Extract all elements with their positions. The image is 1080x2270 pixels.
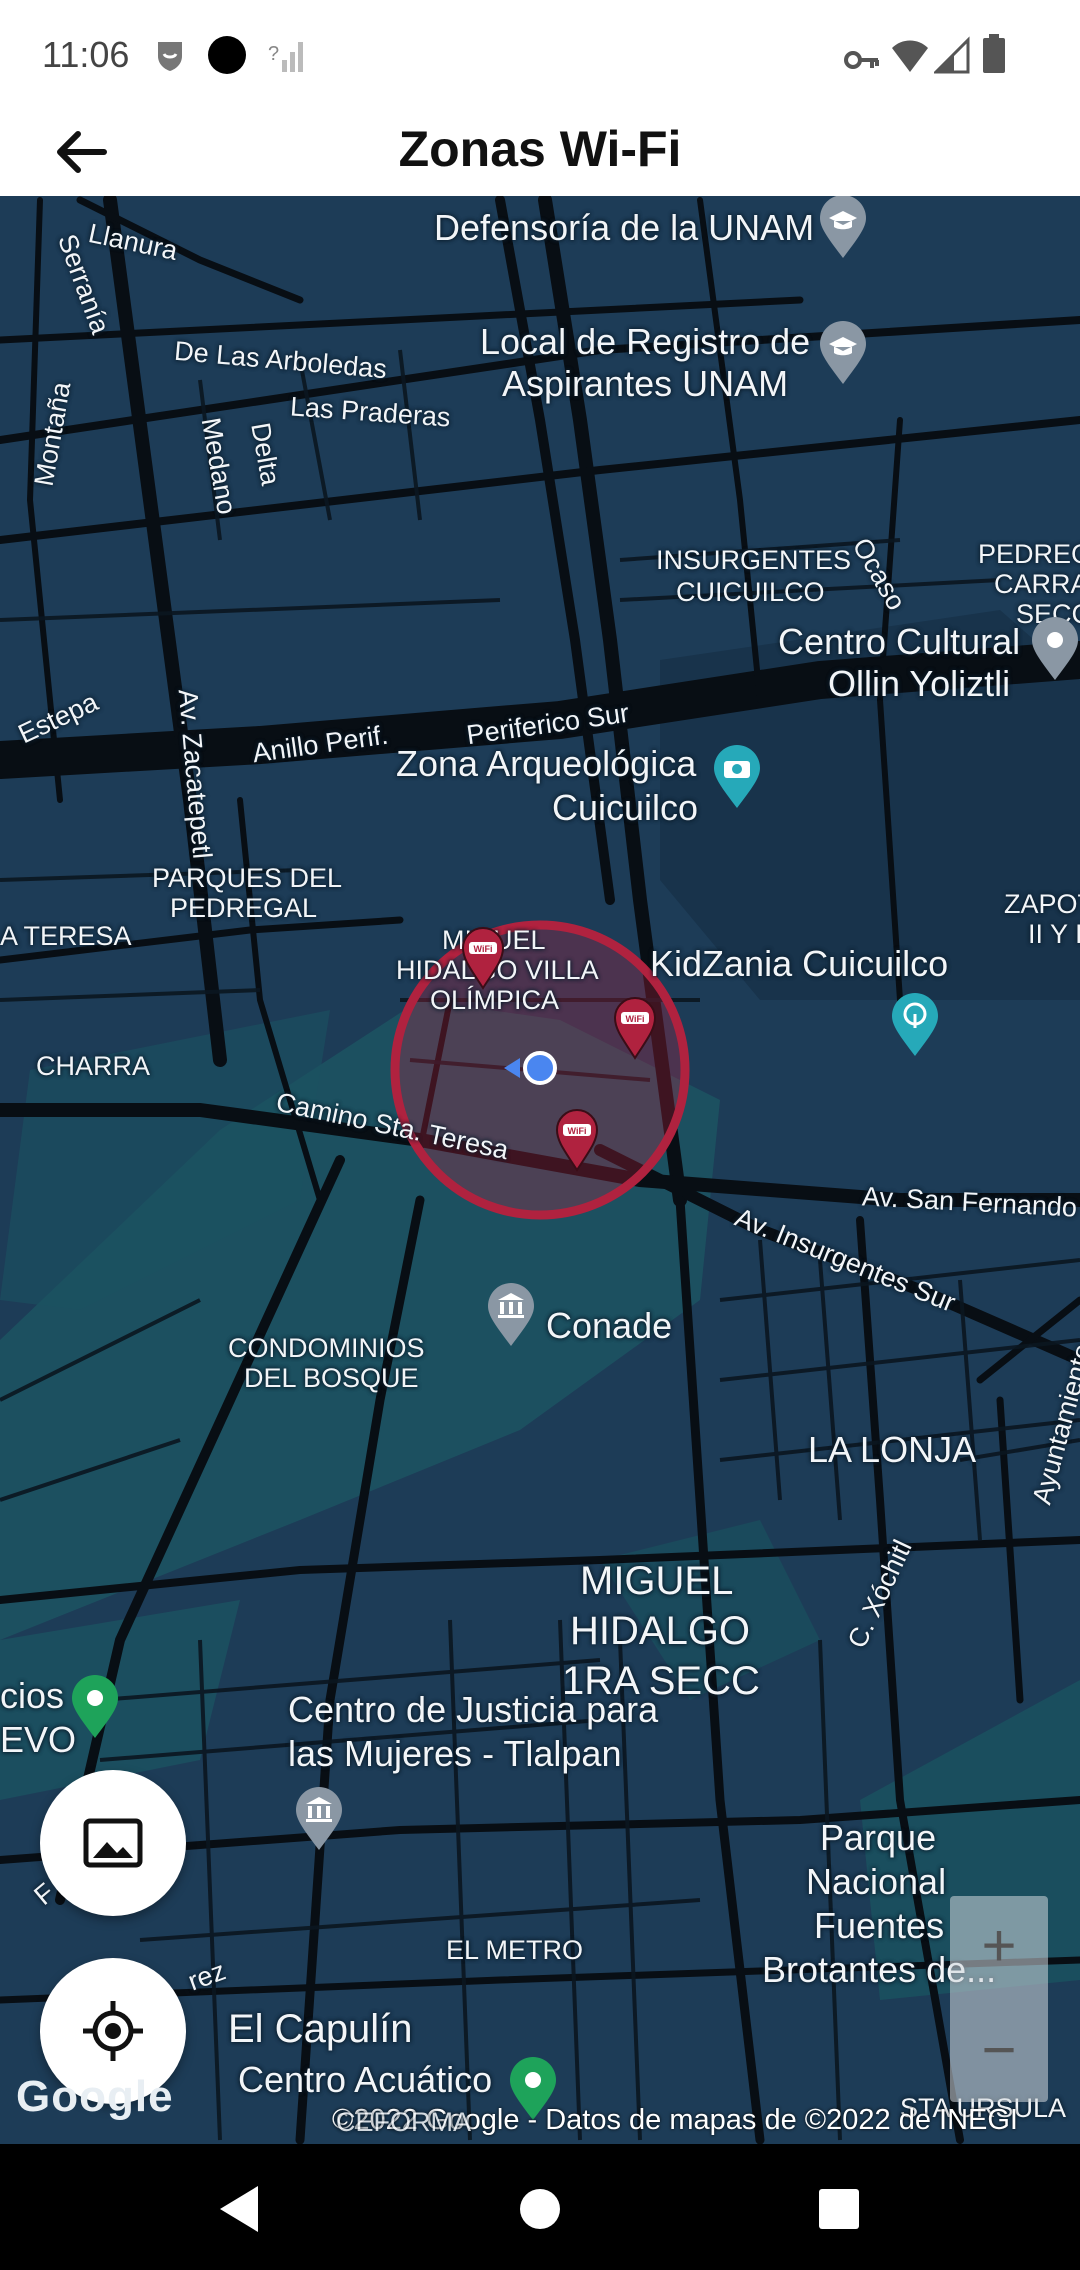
map-label-justicia-2: las Mujeres - Tlalpan xyxy=(288,1733,622,1774)
map-label-la-lonja: LA LONJA xyxy=(808,1429,977,1470)
map-label-zona-arq-2: Cuicuilco xyxy=(552,787,699,828)
place-pin-icon[interactable] xyxy=(1028,616,1080,682)
map-view[interactable]: Defensoría de la UNAM Local de Registro … xyxy=(0,196,1080,2144)
map-label-parques-2: PEDREGAL xyxy=(170,893,318,923)
shield-face-icon xyxy=(158,42,182,71)
wifi-hotspot-pin-icon[interactable]: WiFi xyxy=(554,1108,600,1172)
university-pin-icon[interactable] xyxy=(816,196,870,260)
map-label-capulin: El Capulín xyxy=(228,2007,413,2051)
svg-text:WiFi: WiFi xyxy=(568,1126,587,1136)
system-nav-bar xyxy=(0,2144,1080,2270)
vpn-key-icon xyxy=(844,51,879,69)
map-label-charra: CHARRA xyxy=(36,1051,151,1081)
wifi-icon xyxy=(892,40,928,72)
nav-recents-button[interactable] xyxy=(804,2174,874,2244)
amusement-park-pin-icon[interactable] xyxy=(888,992,942,1058)
map-label-miguel-1ra-2: HIDALGO xyxy=(570,1609,751,1653)
map-label-conade: Conade xyxy=(546,1305,673,1346)
status-time: 11:06 xyxy=(42,34,130,75)
dot-icon xyxy=(208,36,246,74)
map-label-acuatico: Centro Acuático xyxy=(238,2059,493,2100)
image-icon xyxy=(83,1818,143,1868)
museum-pin-icon[interactable] xyxy=(484,1282,538,1348)
map-label-centro-cultural-1: Centro Cultural xyxy=(778,621,1021,662)
map-label-insurgentes-cuicuilco-2: CUICUILCO xyxy=(676,577,825,607)
svg-text:WiFi: WiFi xyxy=(474,944,493,954)
park-pin-icon[interactable] xyxy=(68,1674,122,1740)
map-label-parque-2: Nacional xyxy=(806,1861,947,1902)
page-title: Zonas Wi-Fi xyxy=(398,121,682,177)
battery-icon xyxy=(983,34,1005,73)
university-pin-icon[interactable] xyxy=(816,320,870,386)
nav-back-button[interactable] xyxy=(206,2174,276,2244)
zoom-in-button[interactable]: + xyxy=(950,1896,1048,1996)
app-bar: Zonas Wi-Fi xyxy=(0,110,1080,197)
wifi-hotspot-pin-icon[interactable]: WiFi xyxy=(612,996,658,1060)
crosshair-location-icon xyxy=(83,2001,143,2061)
zoom-controls: + − xyxy=(950,1896,1048,2102)
no-signal-icon: ? xyxy=(268,42,303,72)
map-label-insurgentes-cuicuilco-1: INSURGENTES xyxy=(656,545,852,575)
map-label-registro-1: Local de Registro de xyxy=(480,321,811,362)
my-location-dot-icon xyxy=(504,1051,557,1085)
svg-text:WiFi: WiFi xyxy=(626,1014,645,1024)
zoom-out-button[interactable]: − xyxy=(950,2000,1048,2100)
map-label-justicia-1: Centro de Justicia para xyxy=(288,1689,659,1730)
map-label-kidzania: KidZania Cuicuilco xyxy=(650,943,949,984)
map-label-el-metro: EL METRO xyxy=(446,1935,584,1965)
status-bar: 11:06 ? xyxy=(0,0,1080,110)
map-label-condominios-2: DEL BOSQUE xyxy=(244,1363,419,1393)
map-label-registro-2: Aspirantes UNAM xyxy=(502,363,789,404)
map-label-zapot-2: II Y I xyxy=(1028,919,1080,949)
map-label-miguel-1ra-1: MIGUEL xyxy=(580,1559,734,1603)
google-logo: Google xyxy=(16,2072,174,2121)
svg-text:?: ? xyxy=(268,43,279,65)
image-button[interactable] xyxy=(40,1770,186,1916)
map-label-evo: EVO xyxy=(0,1719,77,1760)
map-label-teresa: A TERESA xyxy=(0,921,132,951)
map-label-defensoria: Defensoría de la UNAM xyxy=(434,207,815,248)
map-label-ceforma: CEFORMA xyxy=(336,2107,471,2137)
camera-pin-icon[interactable] xyxy=(710,744,764,810)
nav-home-button[interactable] xyxy=(505,2174,575,2244)
cell-signal-icon xyxy=(934,36,970,74)
wifi-hotspot-pin-icon[interactable]: WiFi xyxy=(460,926,506,990)
map-label-cios: cios xyxy=(0,1675,65,1716)
map-label-zona-arq-1: Zona Arqueológica xyxy=(396,743,697,784)
government-pin-icon[interactable] xyxy=(292,1786,346,1852)
map-label-parque-1: Parque xyxy=(820,1817,937,1858)
map-label-centro-cultural-2: Ollin Yoliztli xyxy=(828,663,1011,704)
map-label-parque-3: Fuentes xyxy=(814,1905,945,1946)
